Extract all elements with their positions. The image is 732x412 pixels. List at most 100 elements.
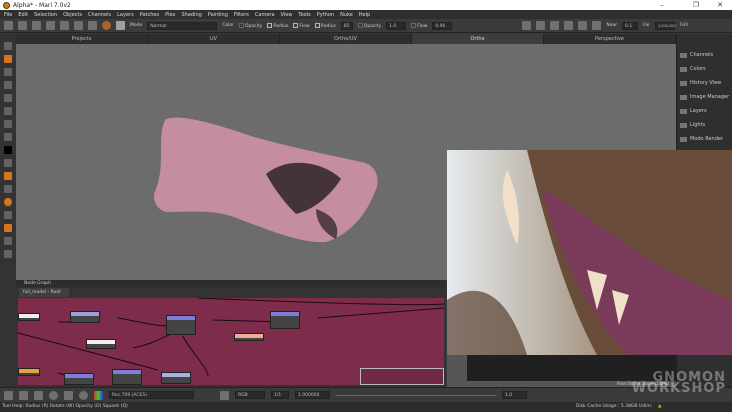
eyedropper-icon[interactable] [4,107,12,115]
menu-view[interactable]: View [281,12,293,18]
node[interactable] [64,373,94,385]
minimize-button[interactable]: – [652,0,672,10]
shaded-icon[interactable] [564,21,574,30]
warning-icon[interactable]: ▲ [658,402,661,412]
menu-layers[interactable]: Layers [117,12,134,18]
new-icon[interactable] [4,21,13,30]
select-tool-icon[interactable] [4,42,12,50]
palette-history[interactable]: History View [677,76,732,90]
node[interactable] [86,339,116,349]
menu-patches[interactable]: Patches [140,12,159,18]
palette-layers[interactable]: Layers [677,104,732,118]
transform-icon[interactable] [46,21,55,30]
menu-file[interactable]: File [4,12,12,18]
sphere-icon[interactable] [4,198,12,206]
tab-perspective[interactable]: Perspective [544,34,676,44]
node[interactable] [112,369,142,385]
menu-objects[interactable]: Objects [63,12,82,18]
transform-tool-icon[interactable] [4,94,12,102]
snapshot-icon[interactable] [74,21,83,30]
frame-icon[interactable] [4,250,12,258]
down-arrow-icon[interactable] [34,390,43,400]
node[interactable] [166,315,196,335]
node[interactable] [18,313,40,321]
radius-toggle[interactable]: Radius [267,22,288,29]
stamp-icon[interactable] [4,211,12,219]
far-field[interactable]: 1,000,000 [654,21,676,30]
menu-shading[interactable]: Shading [181,12,201,18]
circle-icon[interactable] [49,390,58,400]
node[interactable] [161,372,191,384]
node[interactable] [70,311,100,323]
paint-through-icon[interactable] [4,68,12,76]
node[interactable] [234,333,264,341]
node[interactable] [270,311,300,329]
light-icon[interactable] [592,21,602,30]
diamond-icon[interactable] [64,390,73,400]
grid-tool-icon[interactable] [4,159,12,167]
tab-ortho[interactable]: Ortho [412,34,544,44]
menu-selection[interactable]: Selection [34,12,57,18]
radius2-toggle[interactable]: Radius [314,22,336,29]
flow-field[interactable]: 0.96 [432,21,453,30]
palette-channels[interactable]: Channels [677,48,732,62]
paint-target-icon[interactable] [102,21,111,30]
close-project-icon[interactable] [18,21,27,30]
color-swatch-icon[interactable] [4,146,12,154]
menu-python[interactable]: Python [317,12,334,18]
menu-edit[interactable]: Edit [18,12,28,18]
checker-icon[interactable] [4,81,12,89]
menu-help[interactable]: Help [359,12,370,18]
circle2-icon[interactable] [79,390,88,400]
palette-image-manager[interactable]: Image Manager [677,90,732,104]
image-icon[interactable] [536,21,546,30]
paint-tool-icon[interactable] [4,55,12,63]
menu-tools[interactable]: Tools [298,12,310,18]
node[interactable] [18,368,40,376]
opacity-toggle[interactable]: Opacity [239,22,262,29]
flow-toggle[interactable]: Flow [293,22,310,29]
node-graph-tab[interactable]: full_model - Root [19,288,69,297]
camera-icon[interactable] [88,21,97,30]
node-graph-canvas[interactable] [18,298,444,385]
opacity-field[interactable]: 1.0 [386,21,407,30]
gain-slider[interactable] [336,394,496,396]
menu-painting[interactable]: Painting [208,12,228,18]
clone-icon[interactable] [4,133,12,141]
menu-plex[interactable]: Plex [165,12,175,18]
menu-camera[interactable]: Camera [255,12,275,18]
tab-projects[interactable]: Projects [16,34,148,44]
opacity2-toggle[interactable]: Opacity [357,22,381,29]
move-icon[interactable] [19,390,28,400]
undo-icon[interactable] [4,390,13,400]
nodes-icon[interactable] [60,21,69,30]
curve-icon[interactable] [220,390,229,400]
palette-colors[interactable]: Colors [677,62,732,76]
layers-tool-icon[interactable] [4,185,12,193]
palette-lights[interactable]: Lights [677,118,732,132]
close-button[interactable]: ✕ [710,0,730,10]
palette-modo-render[interactable]: Modo Render [677,132,732,146]
colorspace-select[interactable]: Rec.709 (ACES) [109,391,194,399]
list-icon[interactable] [4,237,12,245]
menu-filters[interactable]: Filters [234,12,249,18]
menu-nuke[interactable]: Nuke [340,12,353,18]
channel-select[interactable]: RGB [235,391,265,399]
save-icon[interactable] [32,21,41,30]
menu-channels[interactable]: Channels [88,12,111,18]
flag-icon[interactable] [578,21,588,30]
restore-button[interactable]: ❐ [686,0,706,10]
mode-select[interactable]: Normal [147,21,218,30]
brush-tool-icon[interactable] [4,120,12,128]
frame-field[interactable]: 1/1 [271,391,289,399]
node-graph-minimap[interactable] [360,368,444,385]
flow2-toggle[interactable]: Flow [411,22,427,29]
projector-icon[interactable] [4,224,12,232]
value-field[interactable]: 1.0 [502,391,527,399]
fill-icon[interactable] [4,172,12,180]
cube-icon[interactable] [522,21,532,30]
near-field[interactable]: 0.1 [622,21,639,30]
tab-ortho-uv[interactable]: Ortho/UV [280,34,412,44]
grid-icon[interactable] [550,21,560,30]
radius-field[interactable]: 85 [340,21,353,30]
